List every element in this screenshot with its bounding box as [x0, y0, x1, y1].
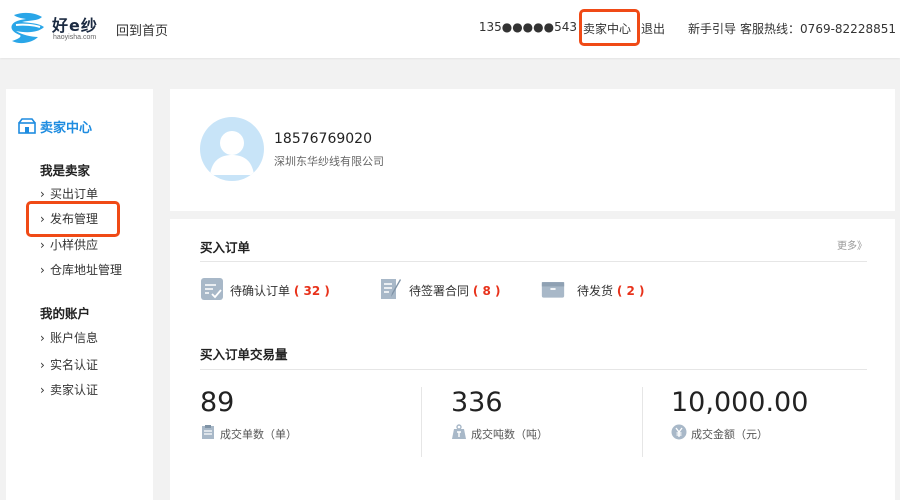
buy-orders-card: 买入订单 更多》 待确认订单 ( 32 ) 待签署合同 ( 8 ) 待发货 ( …: [170, 219, 895, 500]
buy-orders-title: 买入订单: [200, 240, 251, 255]
site-logo[interactable]: 好e纱 haoyisha.com: [8, 9, 108, 49]
publish-management-highlight: [26, 201, 120, 237]
chevron-right-icon: ›: [40, 187, 45, 201]
sidebar-item-seller-verification[interactable]: › 卖家认证: [40, 381, 98, 398]
sidebar-item-label: 仓库地址管理: [50, 263, 123, 277]
profile-card: 18576769020 深圳东华纱线有限公司: [170, 89, 895, 211]
weight-icon: [452, 424, 466, 439]
seller-center-highlight: [579, 9, 640, 46]
status-label: 待确认订单: [230, 284, 291, 298]
stat-amount: 10,000.00 成交金额（元）: [671, 387, 809, 441]
status-count: ( 2 ): [616, 284, 645, 298]
logo-domain: haoyisha.com: [53, 34, 97, 41]
chevron-right-icon: ›: [40, 263, 45, 277]
stat-order-count: 89 成交单数（单）: [200, 387, 297, 441]
yuan-coin-icon: [671, 424, 687, 440]
user-phone: 135●●●●●543: [478, 20, 577, 34]
status-label: 待发货: [577, 284, 614, 298]
stat-label: 成交吨数（吨）: [471, 428, 548, 441]
logo-mark-icon: [11, 12, 45, 44]
chevron-right-icon: ›: [40, 238, 45, 252]
volume-title: 买入订单交易量: [200, 347, 288, 362]
status-count: ( 8 ): [472, 284, 501, 298]
sidebar-item-label: 账户信息: [50, 331, 99, 345]
stat-value: 336: [451, 387, 503, 418]
shipment-box-icon: [541, 282, 565, 298]
clipboard-icon: [202, 425, 214, 439]
divider: [200, 369, 867, 370]
stat-divider: [421, 387, 422, 457]
sidebar-item-label: 小样供应: [50, 238, 99, 252]
sidebar-item-sold-orders[interactable]: › 买出订单: [40, 185, 98, 202]
beginner-guide-link[interactable]: 新手引导: [688, 20, 736, 37]
profile-phone: 18576769020: [274, 131, 372, 147]
user-avatar-icon: [210, 131, 254, 175]
more-link[interactable]: 更多》: [837, 237, 867, 252]
logo-text: 好e纱: [52, 16, 98, 35]
stat-label: 成交金额（元）: [691, 428, 768, 441]
stat-label: 成交单数（单）: [220, 428, 297, 441]
top-header: 好e纱 haoyisha.com 回到首页 135●●●●●543 卖家中心 退…: [0, 0, 900, 58]
divider: [200, 261, 867, 262]
stat-value: 10,000.00: [671, 387, 809, 418]
home-link[interactable]: 回到首页: [116, 20, 168, 39]
pending-order-icon: [201, 278, 223, 300]
sidebar-item-label: 实名认证: [50, 358, 99, 372]
sidebar-item-real-name-verification[interactable]: › 实名认证: [40, 356, 98, 373]
sidebar-item-sample-supply[interactable]: › 小样供应: [40, 236, 98, 253]
stat-value: 89: [200, 387, 235, 418]
logout-link[interactable]: 退出: [641, 20, 665, 37]
status-label: 待签署合同: [409, 284, 470, 298]
avatar[interactable]: [200, 117, 264, 181]
chevron-right-icon: ›: [40, 383, 45, 397]
service-hotline: 客服热线：0769-82228851: [740, 22, 896, 36]
sidebar-item-label: 卖家认证: [50, 383, 99, 397]
profile-company: 深圳东华纱线有限公司: [274, 155, 384, 168]
contract-icon: [381, 279, 401, 299]
sidebar-item-account-info[interactable]: › 账户信息: [40, 329, 98, 346]
stat-tonnage: 336 成交吨数（吨）: [451, 387, 548, 441]
section-title-seller: 我是卖家: [40, 163, 91, 178]
section-title-account: 我的账户: [40, 306, 91, 321]
sidebar-item-label: 买出订单: [50, 187, 99, 201]
sidebar: 卖家中心 我是卖家 › 买出订单 › 发布管理 › 小样供应 › 仓库地址管理 我的账户…: [6, 89, 153, 500]
store-icon: [18, 118, 36, 134]
status-count: ( 32 ): [293, 284, 330, 298]
chevron-right-icon: ›: [40, 358, 45, 372]
stat-divider: [642, 387, 643, 457]
sidebar-item-warehouse-address[interactable]: › 仓库地址管理: [40, 261, 122, 278]
sidebar-title-label: 卖家中心: [40, 121, 93, 136]
chevron-right-icon: ›: [40, 331, 45, 345]
